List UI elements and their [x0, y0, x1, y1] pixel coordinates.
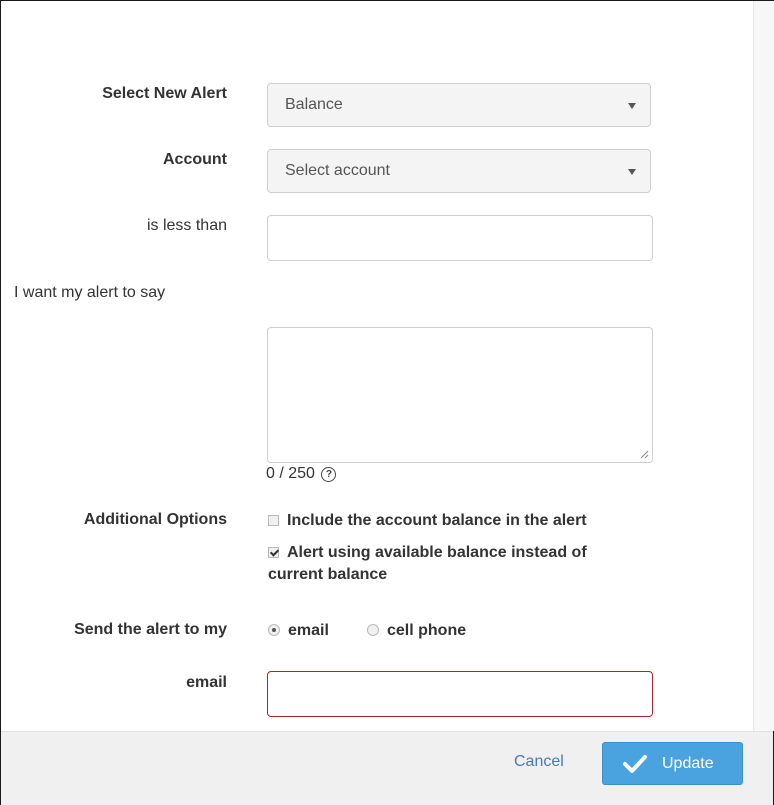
scrollbar-track[interactable]: [753, 1, 774, 731]
update-button-label: Update: [662, 755, 714, 772]
send-to-email-option[interactable]: email: [268, 620, 329, 642]
include-balance-option[interactable]: Include the account balance in the alert: [268, 510, 587, 532]
alert-form-dialog: Select New Alert Balance Account Select …: [0, 0, 774, 805]
cell-phone-radio-label: cell phone: [387, 622, 467, 639]
character-counter: 0 / 250 ?: [266, 465, 337, 483]
resize-grip-icon[interactable]: [640, 450, 649, 459]
account-label: Account: [163, 151, 227, 168]
question-circle-icon[interactable]: ?: [321, 467, 337, 482]
account-value: Select account: [285, 162, 390, 179]
include-balance-label: Include the account balance in the alert: [287, 512, 587, 529]
threshold-label: is less than: [146, 217, 227, 234]
message-textarea[interactable]: [267, 327, 653, 463]
available-balance-label-line1: Alert using available balance instead of: [287, 544, 587, 561]
alert-type-select[interactable]: Balance: [267, 83, 651, 127]
update-button[interactable]: Update: [602, 742, 743, 785]
email-radio[interactable]: [268, 624, 280, 636]
counter-text: 0 / 250: [266, 465, 315, 482]
email-radio-label: email: [288, 622, 329, 639]
email-label: email: [186, 674, 227, 691]
alert-type-value: Balance: [285, 96, 343, 113]
account-select[interactable]: Select account: [267, 149, 651, 193]
available-balance-checkbox[interactable]: [268, 547, 279, 558]
caret-down-icon: [628, 169, 636, 175]
available-balance-label-line2: current balance: [268, 566, 388, 583]
available-balance-option[interactable]: Alert using available balance instead of…: [268, 542, 587, 586]
include-balance-checkbox[interactable]: [268, 515, 279, 526]
threshold-input[interactable]: [267, 215, 653, 261]
cell-phone-radio[interactable]: [367, 624, 379, 636]
check-icon: [623, 755, 647, 773]
send-to-label: Send the alert to my: [74, 621, 227, 638]
additional-options-label: Additional Options: [83, 511, 227, 528]
select-new-alert-label: Select New Alert: [102, 85, 227, 102]
cancel-link[interactable]: Cancel: [514, 753, 564, 771]
send-to-cell-option[interactable]: cell phone: [367, 620, 466, 642]
email-input[interactable]: [267, 671, 653, 717]
message-label: I want my alert to say: [14, 284, 166, 301]
caret-down-icon: [628, 103, 636, 109]
